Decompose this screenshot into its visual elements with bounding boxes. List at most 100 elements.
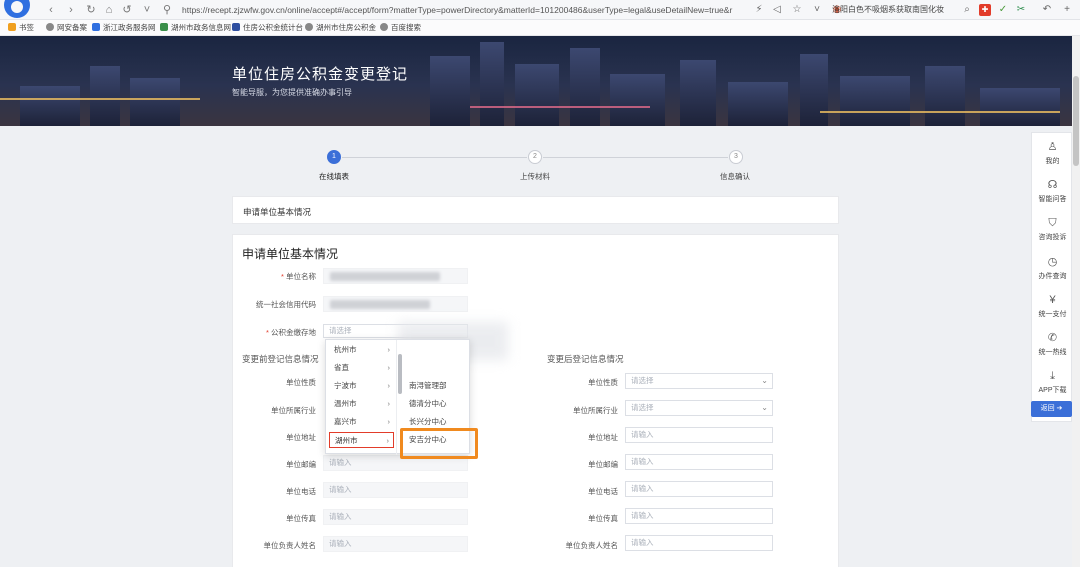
city-option[interactable]: 杭州市 › [329, 342, 394, 358]
step-3-label: 信息确认 [720, 172, 750, 181]
share-icon[interactable]: ◁ [770, 3, 784, 17]
bookmark-item[interactable]: 浙江政务服务网 [92, 22, 156, 34]
right-fax-label: 单位传真 [588, 514, 618, 523]
history-icon[interactable]: ↺ [120, 3, 134, 17]
center-option[interactable]: 南浔管理部 [404, 378, 466, 394]
right-industry-select[interactable]: 请选择 ⌄ [625, 400, 773, 416]
dropdown-scrollbar[interactable] [398, 354, 402, 394]
skyline-building [925, 66, 965, 126]
browser-logo-icon[interactable] [4, 0, 30, 18]
checkmark-icon[interactable]: ✓ [996, 3, 1010, 17]
city-light [470, 106, 650, 108]
site-icon [160, 23, 168, 31]
page: ‹ › ↻ ⌂ ↺ ˅ ⚲ https://recept.zjzwfw.gov.… [0, 0, 1080, 567]
bookmark-item[interactable]: 百度搜索 [380, 22, 421, 34]
sidebar-item-payment[interactable]: ¥ 统一支付 [1032, 288, 1073, 326]
sidebar-item-complaint[interactable]: ⛉ 咨询投诉 [1032, 211, 1073, 249]
chevron-right-icon: › [386, 436, 390, 445]
star-icon [8, 23, 16, 31]
scrollbar-thumb[interactable] [1073, 76, 1079, 166]
chevron-down-icon: ⌄ [761, 403, 768, 412]
site-icon [232, 23, 240, 31]
right-address-input[interactable]: 请输入 [625, 427, 773, 443]
right-unit-nature-select[interactable]: 请选择 ⌄ [625, 373, 773, 389]
city-option[interactable]: 省直 › [329, 360, 394, 376]
skyline-building [90, 66, 120, 126]
add-tab-icon[interactable]: + [1060, 3, 1074, 17]
back-button[interactable]: 返回 ➔ [1031, 401, 1072, 417]
skyline-building [130, 78, 180, 126]
right-principal-input[interactable]: 请输入 [625, 535, 773, 551]
sidebar-item-case-query[interactable]: ◷ 办件查询 [1032, 250, 1073, 288]
city-option[interactable]: 宁波市 › [329, 378, 394, 394]
skyline-building [840, 76, 910, 126]
sidebar-item-hotline[interactable]: ✆ 统一热线 [1032, 326, 1073, 364]
step-2-indicator: 2 [528, 150, 542, 164]
right-address-label: 单位地址 [588, 433, 618, 442]
right-postcode-label: 单位邮编 [588, 460, 618, 469]
step-2-label: 上传材料 [520, 172, 550, 181]
chevron-right-icon: › [387, 399, 391, 408]
right-postcode-input[interactable]: 请输入 [625, 454, 773, 470]
headset-icon: ☊ [1047, 179, 1058, 191]
address-bar-url[interactable]: https://recept.zjzwfw.gov.cn/online/acce… [182, 4, 744, 16]
download-icon: ⤓ [1050, 370, 1055, 382]
city-option[interactable]: 温州市 › [329, 396, 394, 412]
right-fax-input[interactable]: 请输入 [625, 508, 773, 524]
left-phone-input[interactable]: 请输入 [323, 482, 468, 498]
undo-icon[interactable]: ↶ [1040, 3, 1054, 17]
reload-icon[interactable]: ↻ [84, 3, 98, 17]
city-option-selected[interactable]: 湖州市 › [329, 432, 394, 448]
forward-icon[interactable]: › [64, 3, 78, 17]
star-icon[interactable]: ☆ [790, 3, 804, 17]
right-principal-label: 单位负责人姓名 [565, 541, 619, 550]
right-phone-label: 单位电话 [588, 487, 618, 496]
city-light [0, 98, 200, 100]
sidebar-item-mine[interactable]: ♙ 我的 [1032, 135, 1073, 173]
shield-icon: ⛉ [1048, 217, 1057, 229]
skyline-building [800, 54, 828, 126]
step-1-indicator: 1 [327, 150, 341, 164]
page-title: 单位住房公积金变更登记 [232, 66, 409, 83]
extension-icon[interactable]: ✚ [979, 4, 991, 16]
bookmark-item[interactable]: 湖州市住房公积金 [305, 22, 376, 34]
bookmark-item[interactable]: 网安备案 [46, 22, 87, 34]
chevron-down-icon[interactable]: ˅ [140, 3, 154, 17]
chevron-down-icon[interactable]: ˅ [810, 3, 824, 17]
lightning-icon[interactable]: ⚡ [752, 3, 766, 17]
back-icon[interactable]: ‹ [44, 3, 58, 17]
sidebar-item-app-download[interactable]: ⤓ APP下载 [1032, 364, 1073, 402]
sidebar-item-smart-qa[interactable]: ☊ 智能问答 [1032, 173, 1073, 211]
home-icon[interactable]: ⌂ [102, 3, 116, 17]
arrow-right-icon: ➔ [1056, 405, 1063, 412]
right-sidebar: ♙ 我的 ☊ 智能问答 ⛉ 咨询投诉 ◷ 办件查询 ¥ 统一支付 ✆ 统一热线 ⤓ APP下载 [1031, 132, 1072, 422]
scissors-icon[interactable]: ✂ [1014, 3, 1028, 17]
left-fax-input[interactable]: 请输入 [323, 509, 468, 525]
news-ticker[interactable]: 洛阳白色不吸烟系获取南国化妆 [832, 4, 957, 16]
globe-icon [380, 23, 388, 31]
skyline-building [480, 42, 504, 126]
left-principal-input[interactable]: 请输入 [323, 536, 468, 552]
left-industry-label: 单位所属行业 [271, 406, 316, 415]
hero-banner: 单位住房公积金变更登记 智能导服，为您提供准确办事引导 [0, 36, 1072, 126]
chevron-down-icon: ⌄ [761, 376, 768, 385]
left-postcode-label: 单位邮编 [286, 460, 316, 469]
city-column: 杭州市 › 省直 › 宁波市 › 温州市 › 嘉兴市 › 湖州市 › [326, 340, 397, 455]
redacted-value [330, 272, 440, 281]
bookmark-item[interactable]: 书签 [8, 22, 34, 34]
left-unit-nature-label: 单位性质 [286, 378, 316, 387]
bookmark-item[interactable]: 住房公积金统计台 [232, 22, 303, 34]
center-option[interactable]: 德清分中心 [404, 396, 466, 412]
section-header-text: 申请单位基本情况 [243, 207, 312, 217]
bookmark-item[interactable]: 湖州市政务信息网 [160, 22, 231, 34]
search-icon[interactable]: ⌕ [960, 3, 974, 17]
right-phone-input[interactable]: 请输入 [625, 481, 773, 497]
chevron-right-icon: › [387, 345, 391, 354]
page-scrollbar[interactable] [1072, 36, 1080, 567]
city-option[interactable]: 嘉兴市 › [329, 414, 394, 430]
right-industry-label: 单位所属行业 [573, 406, 618, 415]
form-title: 申请单位基本情况 [242, 247, 339, 261]
credit-code-label: 统一社会信用代码 [256, 300, 316, 309]
chevron-right-icon: › [387, 417, 391, 426]
phone-icon: ✆ [1047, 332, 1058, 344]
